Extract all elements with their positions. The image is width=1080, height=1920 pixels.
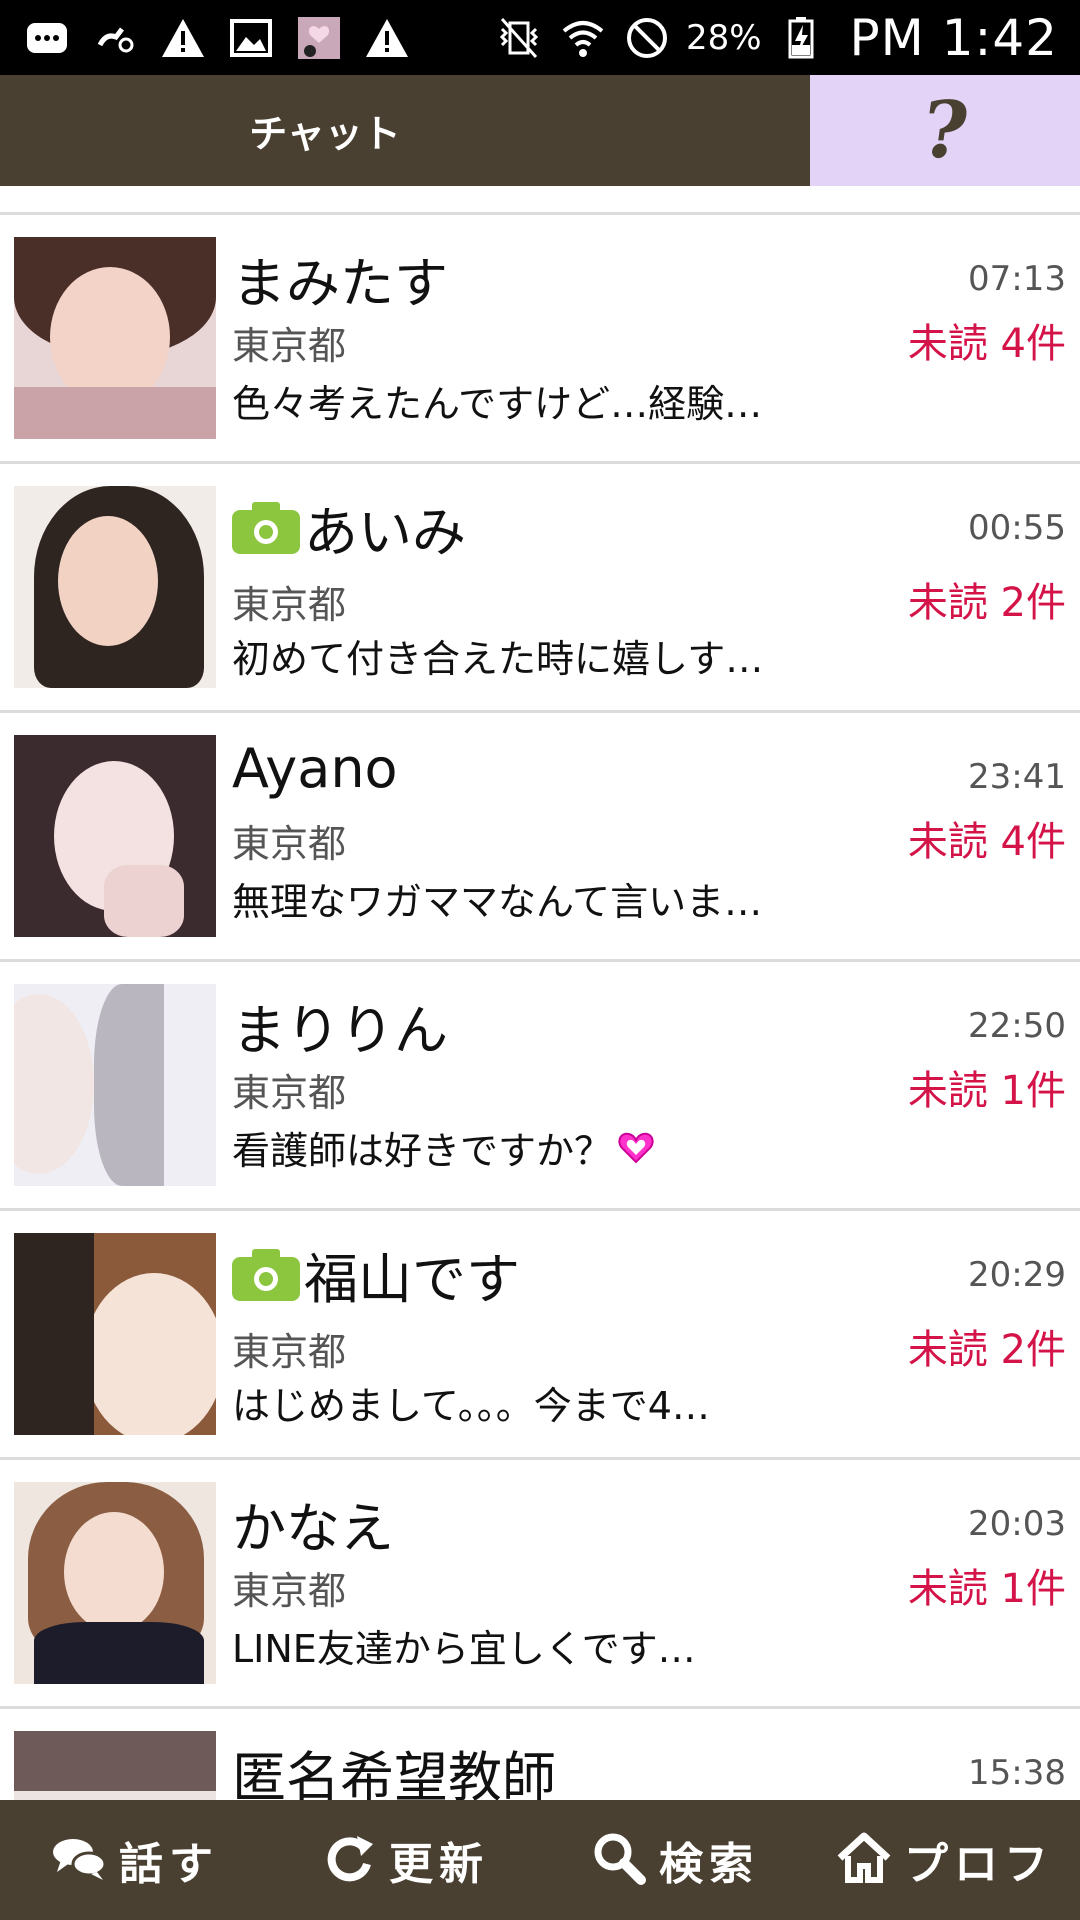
chat-location: 東京都 — [232, 1330, 347, 1374]
avatar — [14, 237, 216, 439]
chat-time: 22:50 — [968, 1006, 1066, 1046]
chat-location: 東京都 — [232, 1071, 347, 1115]
chat-name: あいみ — [232, 488, 466, 567]
nav-label: プロフ — [904, 1839, 1054, 1890]
unread-count: 未読 2件 — [907, 580, 1066, 626]
search-icon — [591, 1830, 647, 1890]
avatar — [14, 1482, 216, 1684]
help-button[interactable]: ? — [810, 75, 1080, 186]
home-icon — [836, 1830, 892, 1890]
status-bar: 28% PM 1:42 — [0, 0, 1080, 75]
question-mark-icon: ? — [915, 85, 975, 176]
chat-location: 東京都 — [232, 324, 347, 368]
refresh-icon — [321, 1830, 377, 1890]
nav-refresh-button[interactable]: 更新 — [270, 1800, 540, 1920]
chat-location: 東京都 — [232, 1569, 347, 1613]
chat-time: 20:03 — [968, 1504, 1066, 1544]
chat-row[interactable]: 匿名希望教師 15:38 — [0, 1709, 1080, 1800]
chat-row[interactable]: かなえ 20:03 東京都 未読 1件 LINE友達から宜しくです… — [0, 1460, 1080, 1709]
bottom-nav: 話す 更新 検索 プロフ — [0, 1800, 1080, 1920]
avatar — [14, 984, 216, 1186]
unread-count: 未読 4件 — [907, 321, 1066, 367]
unread-count: 未読 1件 — [907, 1068, 1066, 1114]
unread-count: 未読 2件 — [907, 1327, 1066, 1373]
battery-charging-icon — [776, 13, 826, 63]
avatar — [14, 1731, 216, 1800]
battery-percent: 28% — [685, 17, 762, 58]
clock: PM 1:42 — [849, 8, 1058, 67]
chat-name: 福山です — [232, 1235, 520, 1314]
wifi-icon — [558, 13, 608, 63]
do-not-disturb-icon — [622, 13, 672, 63]
unread-count: 未読 4件 — [907, 819, 1066, 865]
chat-bubble-icon — [22, 13, 72, 63]
gallery-icon — [226, 13, 276, 63]
message-preview: LINE友達から宜しくです… — [232, 1627, 696, 1671]
avatar — [14, 1233, 216, 1435]
nav-label: 検索 — [659, 1839, 759, 1890]
chat-time: 20:29 — [968, 1255, 1066, 1295]
nav-label: 更新 — [389, 1839, 489, 1890]
avatar — [14, 486, 216, 688]
chat-location: 東京都 — [232, 822, 347, 866]
message-preview: 無理なワガママなんて言いま… — [232, 880, 763, 924]
chat-time: 15:38 — [968, 1753, 1066, 1793]
header-title-area: チャット — [0, 75, 810, 186]
chat-time: 00:55 — [968, 508, 1066, 548]
chat-row[interactable]: Ayano 23:41 東京都 未読 4件 無理なワガママなんて言いま… — [0, 713, 1080, 962]
camera-icon — [232, 1248, 300, 1301]
camera-icon — [232, 501, 300, 554]
page-title: チャット — [249, 112, 401, 156]
nav-label: 話す — [119, 1839, 219, 1890]
chat-row[interactable]: 福山です 20:29 東京都 未読 2件 はじめまして。。。今まで4… — [0, 1211, 1080, 1460]
chat-name: Ayano — [232, 737, 398, 800]
chat-list[interactable]: まみたす 07:13 東京都 未読 4件 色々考えたんですけど…経験… あいみ … — [0, 186, 1080, 1800]
app-header: チャット ? — [0, 75, 1080, 186]
nav-talk-button[interactable]: 話す — [0, 1800, 270, 1920]
chat-name: まりりん — [232, 999, 448, 1062]
chat-name: まみたす — [232, 252, 448, 315]
message-preview: 色々考えたんですけど…経験… — [232, 382, 763, 426]
chat-row[interactable]: まりりん 22:50 東京都 未読 1件 看護師は好きですか？ — [0, 962, 1080, 1211]
vibrate-icon — [494, 13, 544, 63]
heart-icon — [618, 1132, 654, 1163]
chat-location: 東京都 — [232, 583, 347, 627]
message-preview: 看護師は好きですか？ — [232, 1120, 656, 1175]
chat-row[interactable]: あいみ 00:55 東京都 未読 2件 初めて付き合えた時に嬉しす… — [0, 464, 1080, 713]
chat-name: かなえ — [232, 1497, 394, 1560]
chat-bubbles-icon — [51, 1830, 107, 1890]
warning-icon — [362, 13, 412, 63]
unread-count: 未読 1件 — [907, 1566, 1066, 1612]
nav-profile-button[interactable]: プロフ — [810, 1800, 1080, 1920]
message-preview: はじめまして。。。今まで4… — [232, 1384, 710, 1428]
nav-search-button[interactable]: 検索 — [540, 1800, 810, 1920]
app-notification-icon — [294, 13, 344, 63]
warning-icon — [158, 13, 208, 63]
avatar — [14, 735, 216, 937]
chat-row[interactable]: まみたす 07:13 東京都 未読 4件 色々考えたんですけど…経験… — [0, 215, 1080, 464]
chat-time: 23:41 — [968, 757, 1066, 797]
message-preview: 初めて付き合えた時に嬉しす… — [232, 637, 764, 681]
chat-time: 07:13 — [968, 259, 1066, 299]
missed-call-icon — [90, 13, 140, 63]
chat-name: 匿名希望教師 — [232, 1746, 556, 1800]
